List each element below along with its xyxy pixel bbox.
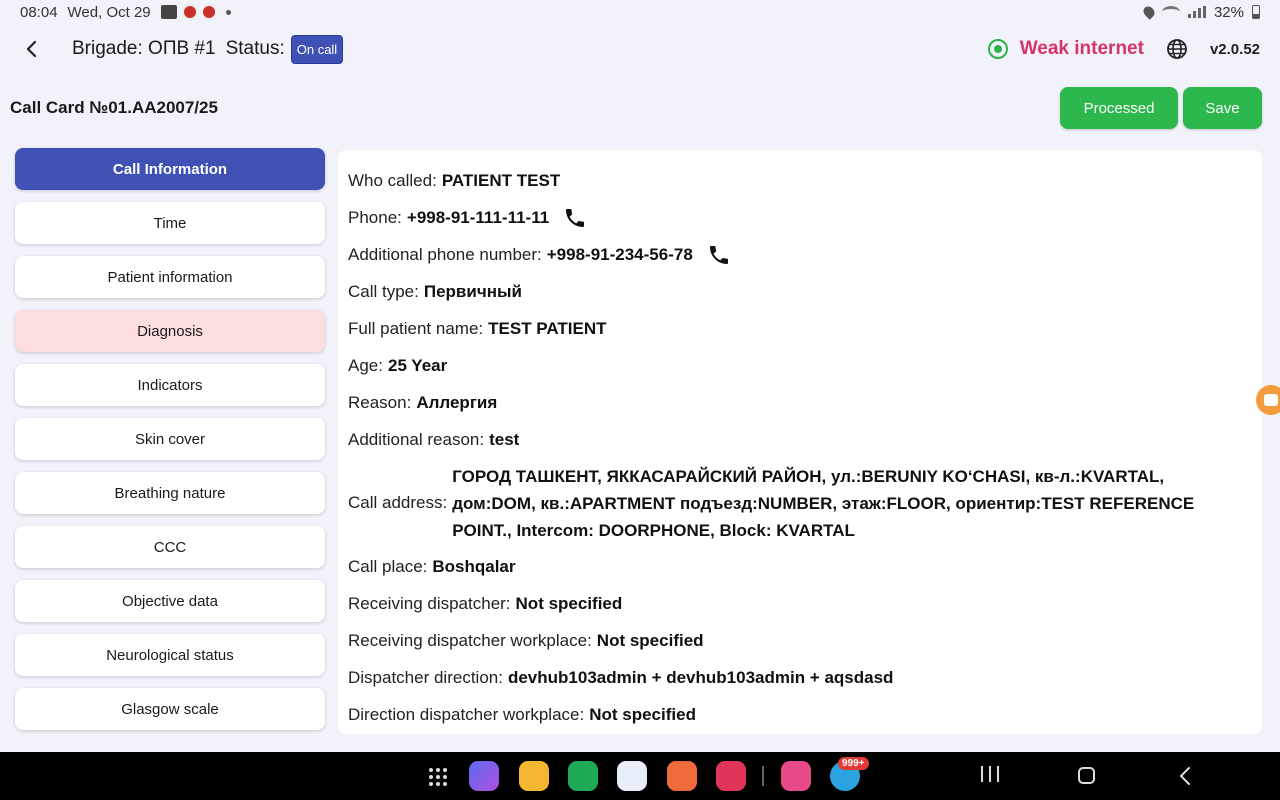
- additional-reason-row: Additional reason: test: [348, 421, 1252, 458]
- field-label: Call type:: [348, 281, 419, 301]
- field-label: Direction dispatcher workplace:: [348, 704, 585, 724]
- phone-call-icon[interactable]: [563, 206, 587, 230]
- sidebar-item-call-information[interactable]: Call Information: [15, 148, 325, 190]
- direction-workplace-value: Not specified: [589, 704, 696, 724]
- dispatcher-direction-value: devhub103admin + devhub103admin + aqsdas…: [507, 667, 894, 687]
- section-sidebar: Call Information Time Patient informatio…: [15, 148, 325, 742]
- flower-app-icon[interactable]: [781, 761, 811, 791]
- location-icon: [1141, 4, 1157, 20]
- android-navigation-bar: [0, 752, 1280, 800]
- sidebar-item-time[interactable]: Time: [15, 202, 325, 244]
- language-globe-icon[interactable]: [1166, 38, 1188, 60]
- field-label: Who called:: [348, 170, 437, 190]
- call-card-title: Call Card №01.AA2007/25: [10, 98, 218, 117]
- field-label: Receiving dispatcher workplace:: [348, 630, 592, 650]
- reason-value: Аллергия: [416, 392, 498, 412]
- date: Wed, Oct 29: [67, 3, 151, 21]
- direction-workplace-row: Direction dispatcher workplace: Not spec…: [348, 696, 1252, 733]
- call-address-row: Call address: ГОРОД ТАШКЕНТ, ЯККАСАРАЙСК…: [348, 458, 1252, 548]
- signal-icon: [1187, 6, 1206, 18]
- system-back-icon[interactable]: [1178, 766, 1192, 786]
- who-called-value: PATIENT TEST: [441, 170, 561, 190]
- dock-divider: [762, 766, 764, 786]
- field-label: Call place:: [348, 556, 428, 576]
- notification-icons: [160, 4, 231, 20]
- status-badge: On call: [290, 34, 344, 64]
- age-row: Age: 25 Year: [348, 347, 1252, 384]
- field-label: Dispatcher direction:: [348, 667, 503, 687]
- full-name-row: Full patient name: TEST PATIENT: [348, 310, 1252, 347]
- system-status-bar: 08:04 Wed, Oct 29 32%: [0, 0, 1280, 24]
- call-address-value: ГОРОД ТАШКЕНТ, ЯККАСАРАЙСКИЙ РАЙОН, ул.:…: [452, 466, 1195, 540]
- browser-app-icon[interactable]: [469, 761, 499, 791]
- wifi-icon: [1161, 6, 1180, 18]
- additional-phone-value: +998-91-234-56-78: [546, 244, 693, 264]
- network-status-text: Weak internet: [1019, 38, 1144, 59]
- receiving-workplace-value: Not specified: [596, 630, 704, 650]
- battery-percent: 32%: [1213, 3, 1244, 21]
- clock: 08:04: [20, 3, 58, 21]
- app-notification-icon: [200, 4, 217, 20]
- phone-call-icon[interactable]: [707, 243, 731, 267]
- app-drawer-icon[interactable]: [429, 768, 447, 786]
- who-called-row: Who called: PATIENT TEST: [348, 162, 1252, 199]
- more-notifications-icon: [225, 9, 231, 15]
- app-version: v2.0.52: [1209, 40, 1260, 58]
- messages-app-icon[interactable]: [617, 761, 647, 791]
- field-label: Reason:: [348, 392, 412, 412]
- brigade-label: Brigade: ОПВ #1: [72, 38, 216, 59]
- sidebar-item-breathing-nature[interactable]: Breathing nature: [15, 472, 325, 514]
- arrow-left-icon: [26, 40, 37, 58]
- age-value: 25 Year: [387, 355, 448, 375]
- call-place-value: Boshqalar: [432, 556, 516, 576]
- status-label: Status:: [225, 38, 285, 59]
- phone-app-icon[interactable]: [568, 761, 598, 791]
- sidebar-item-neurological-status[interactable]: Neurological status: [15, 634, 325, 676]
- phone-row: Phone: +998-91-111-11-11: [348, 199, 1252, 236]
- network-status-icon: [987, 39, 1008, 59]
- files-app-icon[interactable]: [519, 761, 549, 791]
- back-button[interactable]: [20, 37, 44, 61]
- sidebar-item-patient-information[interactable]: Patient information: [15, 256, 325, 298]
- phone-value: +998-91-111-11-11: [406, 207, 550, 227]
- field-label: Additional phone number:: [348, 244, 542, 264]
- battery-icon: [1252, 5, 1260, 19]
- sidebar-item-skin-cover[interactable]: Skin cover: [15, 418, 325, 460]
- receiving-workplace-row: Receiving dispatcher workplace: Not spec…: [348, 622, 1252, 659]
- additional-phone-row: Additional phone number: +998-91-234-56-…: [348, 236, 1252, 273]
- home-button[interactable]: [1078, 767, 1095, 784]
- sidebar-item-indicators[interactable]: Indicators: [15, 364, 325, 406]
- telegram-unread-badge: 999+: [838, 757, 869, 770]
- full-name-value: TEST PATIENT: [488, 318, 607, 338]
- field-label: Phone:: [348, 207, 402, 227]
- app-notification-icon: [181, 4, 198, 20]
- field-label: Call address:: [348, 493, 448, 512]
- call-type-row: Call type: Первичный: [348, 273, 1252, 310]
- receiving-dispatcher-row: Receiving dispatcher: Not specified: [348, 585, 1252, 622]
- processed-button[interactable]: Processed: [1060, 87, 1178, 129]
- sidebar-item-ccc[interactable]: CCC: [15, 526, 325, 568]
- sidebar-item-objective-data[interactable]: Objective data: [15, 580, 325, 622]
- app-bar: Brigade: ОПВ #1 Status: On call Weak int…: [0, 24, 1280, 74]
- recent-apps-button[interactable]: [981, 766, 999, 786]
- dispatcher-direction-row: Dispatcher direction: devhub103admin + d…: [348, 659, 1252, 696]
- contacts-app-icon[interactable]: [667, 761, 697, 791]
- gallery-notification-icon: [160, 5, 177, 19]
- field-label: Full patient name:: [348, 318, 484, 338]
- receiving-dispatcher-value: Not specified: [515, 593, 623, 613]
- floating-edge-panel-handle[interactable]: [1256, 385, 1280, 415]
- sidebar-item-diagnosis[interactable]: Diagnosis: [15, 310, 325, 352]
- field-label: Receiving dispatcher:: [348, 593, 511, 613]
- reason-row: Reason: Аллергия: [348, 384, 1252, 421]
- save-button[interactable]: Save: [1183, 87, 1262, 129]
- field-label: Additional reason:: [348, 429, 485, 449]
- call-information-panel: Who called: PATIENT TEST Phone: +998-91-…: [338, 150, 1262, 734]
- camera-app-icon[interactable]: [716, 761, 746, 791]
- call-type-value: Первичный: [423, 281, 522, 301]
- sidebar-item-glasgow-scale[interactable]: Glasgow scale: [15, 688, 325, 730]
- additional-reason-value: test: [489, 429, 520, 449]
- call-place-row: Call place: Boshqalar: [348, 548, 1252, 585]
- field-label: Age:: [348, 355, 383, 375]
